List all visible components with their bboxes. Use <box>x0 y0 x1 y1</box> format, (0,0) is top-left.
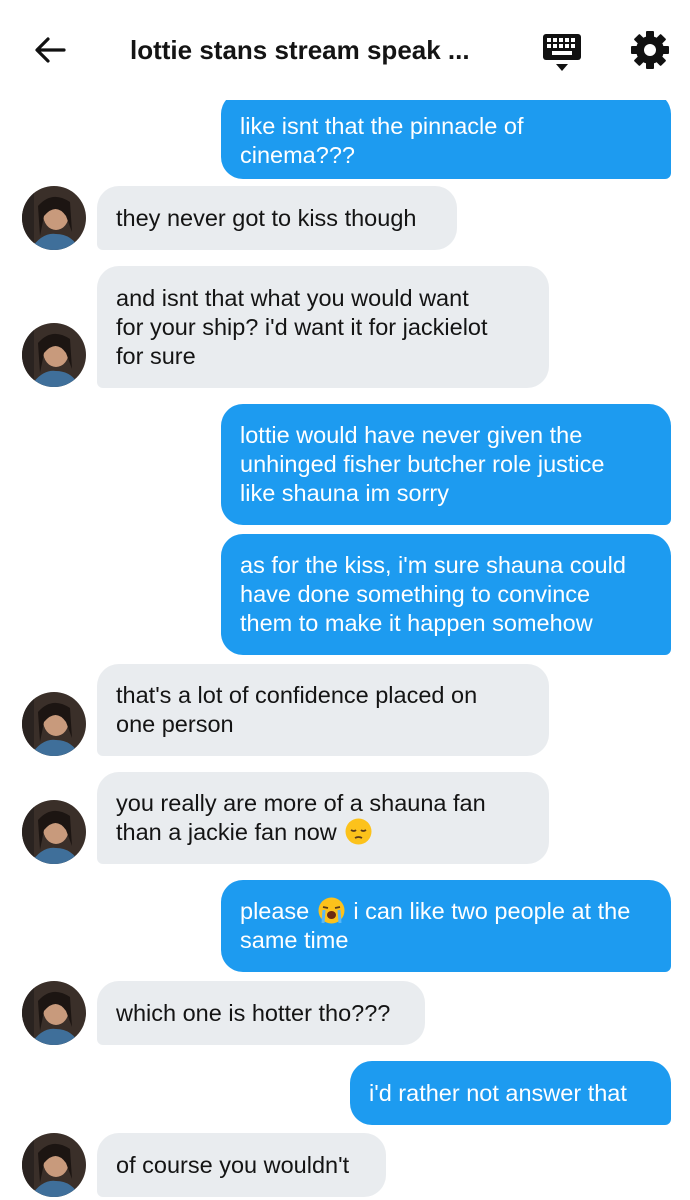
message-text: same time <box>240 927 349 953</box>
message-text: than a jackie fan now <box>116 819 337 845</box>
message-text: which one is hotter tho??? <box>116 999 391 1026</box>
avatar[interactable] <box>22 981 86 1045</box>
message-list[interactable]: like isnt that the pinnacle of cinema???… <box>0 0 690 1200</box>
pensive-face-emoji <box>345 818 372 845</box>
back-button[interactable] <box>30 30 70 70</box>
message-text: them to make it happen somehow <box>240 610 593 636</box>
message-text: one person <box>116 711 234 737</box>
settings-button[interactable] <box>628 28 672 72</box>
message-text: cinema??? <box>240 141 355 168</box>
message-text: and isnt that what you would want <box>116 284 469 311</box>
back-arrow-icon <box>35 37 66 63</box>
gear-icon <box>631 31 669 69</box>
avatar[interactable] <box>22 1133 86 1197</box>
message-text: they never got to kiss though <box>116 204 417 231</box>
avatar[interactable] <box>22 323 86 387</box>
incoming-message[interactable]: they never got to kiss though <box>97 186 457 250</box>
conversation-header: lottie stans stream speak ... <box>0 0 690 100</box>
message-text: as for the kiss, i'm sure shauna could <box>240 552 626 578</box>
outgoing-message[interactable]: please i can like two people at the same… <box>221 880 671 972</box>
avatar[interactable] <box>22 186 86 250</box>
message-text: you really are more of a shauna fan <box>116 790 486 816</box>
avatar[interactable] <box>22 800 86 864</box>
conversation-title[interactable]: lottie stans stream speak ... <box>130 30 510 70</box>
incoming-message[interactable]: of course you wouldn't <box>97 1133 386 1197</box>
outgoing-message[interactable]: i'd rather not answer that <box>350 1061 671 1125</box>
incoming-message[interactable]: which one is hotter tho??? <box>97 981 425 1045</box>
message-text: of course you wouldn't <box>116 1151 350 1178</box>
message-text: that's a lot of confidence placed on <box>116 682 478 708</box>
message-text: like isnt that the pinnacle of <box>240 112 524 139</box>
loudly-crying-face-emoji <box>318 897 345 924</box>
message-text: lottie would have never given the <box>240 422 583 448</box>
message-text: i'd rather not answer that <box>369 1079 627 1106</box>
message-text: unhinged fisher butcher role justice <box>240 451 605 477</box>
incoming-message[interactable]: and isnt that what you would want for yo… <box>97 266 549 388</box>
outgoing-message[interactable]: lottie would have never given the unhing… <box>221 404 671 525</box>
incoming-message[interactable]: you really are more of a shauna fan than… <box>97 772 549 864</box>
incoming-message[interactable]: that's a lot of confidence placed on one… <box>97 664 549 756</box>
message-text: like shauna im sorry <box>240 480 449 506</box>
message-text: please <box>240 898 310 924</box>
keyboard-icon <box>543 34 581 71</box>
message-text: for your ship? i'd want it for jackielot <box>116 313 488 340</box>
message-text: have done something to convince <box>240 581 591 607</box>
outgoing-message[interactable]: as for the kiss, i'm sure shauna could h… <box>221 534 671 655</box>
message-text: i can like two people at the <box>353 898 631 924</box>
keyboard-button[interactable] <box>540 30 586 76</box>
outgoing-message[interactable]: like isnt that the pinnacle of cinema??? <box>221 92 671 179</box>
avatar[interactable] <box>22 692 86 756</box>
message-text: for sure <box>116 342 196 369</box>
